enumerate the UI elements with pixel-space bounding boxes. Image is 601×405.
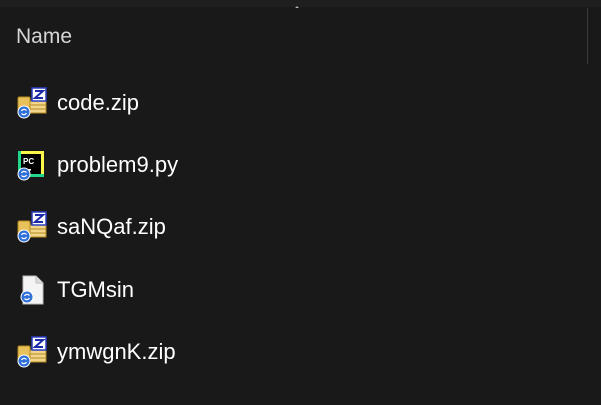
pycharm-file-icon: PC (17, 151, 44, 181)
file-row[interactable]: saNQaf.zip (0, 196, 601, 254)
svg-text:PC: PC (23, 157, 34, 166)
zip-archive-icon (17, 211, 47, 243)
file-name[interactable]: TGMsin (57, 276, 134, 304)
file-row[interactable]: TGMsin (0, 259, 601, 317)
file-row[interactable]: PC problem9.py (0, 134, 601, 192)
file-name[interactable]: code.zip (57, 89, 139, 117)
name-column-header[interactable]: Name (16, 24, 72, 50)
file-row[interactable]: ymwgnK.zip (0, 321, 601, 379)
file-name[interactable]: ymwgnK.zip (57, 338, 176, 366)
zip-archive-icon (17, 87, 47, 119)
file-name[interactable]: problem9.py (57, 151, 178, 179)
generic-file-icon (20, 275, 44, 305)
file-name[interactable]: saNQaf.zip (57, 213, 166, 241)
file-row[interactable]: code.zip (0, 72, 601, 130)
zip-archive-icon (17, 336, 47, 368)
column-divider[interactable] (587, 8, 588, 64)
column-header[interactable]: Name (0, 8, 601, 64)
